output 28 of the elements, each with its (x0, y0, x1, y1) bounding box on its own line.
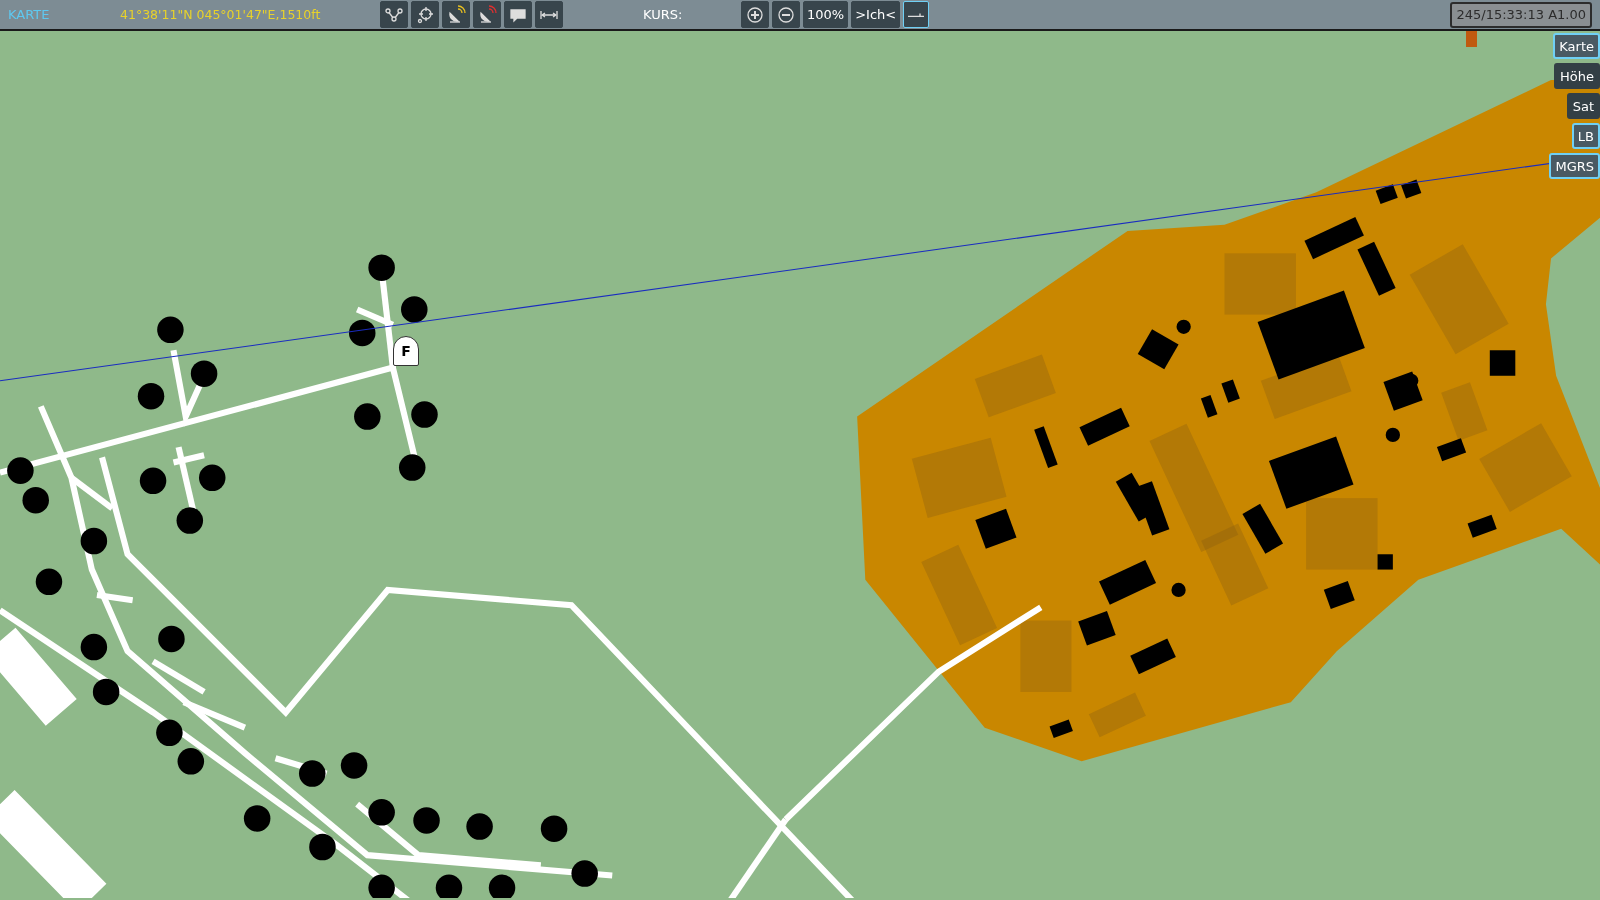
radar-dish-icon (477, 4, 497, 25)
radar-button[interactable] (473, 1, 501, 28)
layer-button[interactable]: Karte (1553, 33, 1600, 59)
layer-button[interactable]: Sat (1566, 93, 1600, 119)
message-button[interactable] (504, 1, 532, 28)
line-toggle-button[interactable] (903, 1, 930, 28)
course-label: KURS: (643, 7, 684, 22)
mission-clock: 245/15:33:13 A1.00 (1450, 1, 1592, 28)
crosshair-icon (415, 4, 435, 25)
radar-button[interactable] (442, 1, 470, 28)
map-mode-label: KARTE (8, 7, 51, 22)
zoom-out-button[interactable] (772, 1, 800, 28)
radar-dish-icon (446, 4, 466, 25)
measure-button[interactable] (535, 1, 563, 28)
layer-button[interactable]: MGRS (1549, 153, 1600, 179)
route-button[interactable] (380, 1, 408, 28)
center-on-self-button[interactable]: >Ich< (851, 1, 901, 28)
layer-button[interactable]: LB (1571, 123, 1600, 149)
line-icon (908, 12, 925, 17)
zoom-out-icon (776, 4, 796, 25)
cursor-coordinates: 41°38'11"N 045°01'47"E,1510ft (120, 7, 322, 22)
zoom-level-button[interactable]: 100% (803, 1, 849, 28)
layer-button[interactable]: Höhe (1554, 63, 1600, 89)
map-marker[interactable]: F (393, 336, 419, 366)
marker-flag (1466, 31, 1477, 47)
target-button[interactable] (411, 1, 439, 28)
zoom-in-icon (745, 4, 765, 25)
zoom-in-button[interactable] (741, 1, 769, 28)
